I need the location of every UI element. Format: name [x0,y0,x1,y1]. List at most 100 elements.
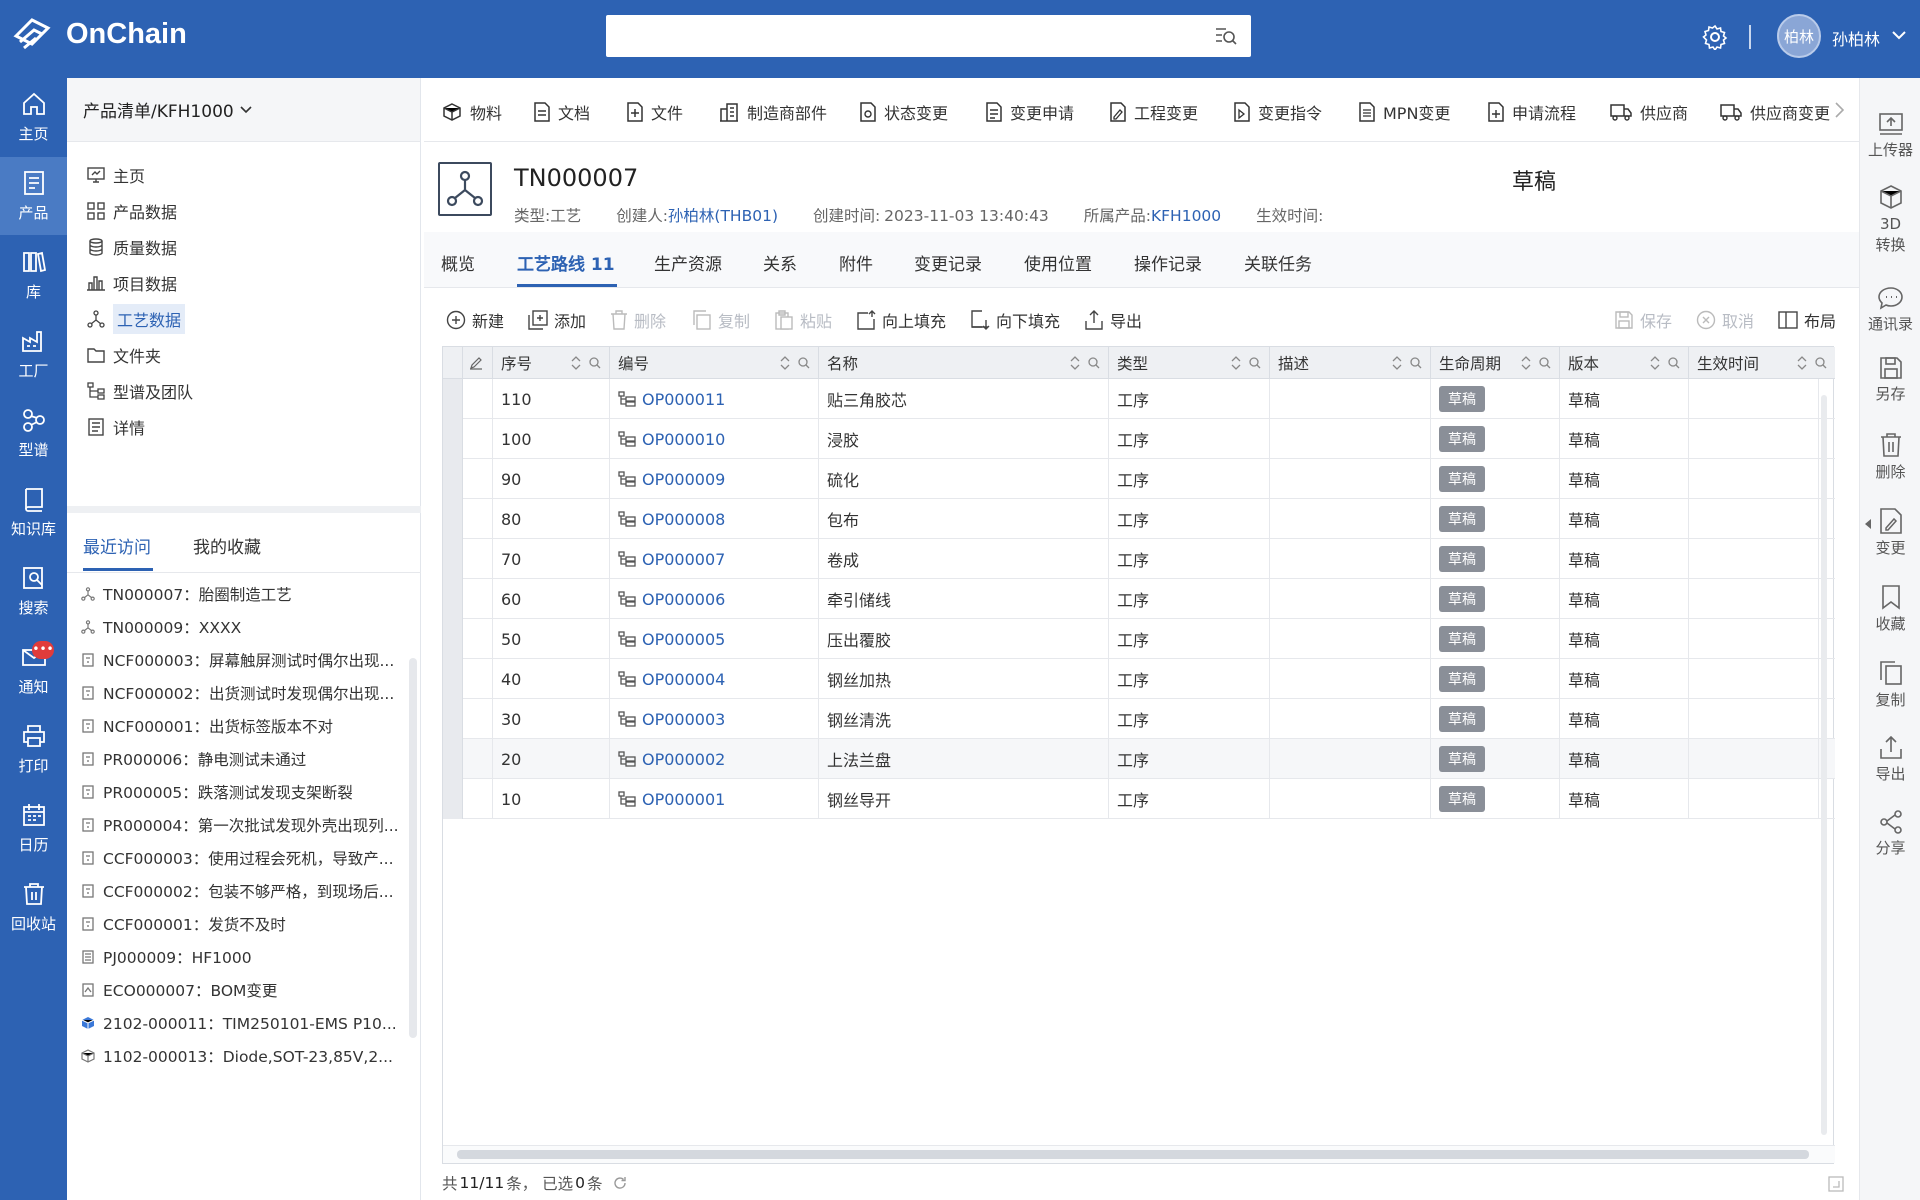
operation-code-link[interactable]: OP000009 [642,470,725,489]
3d-convert-button[interactable]: 3D 转换 [1860,184,1920,256]
cell-code[interactable]: OP000010 [610,419,819,459]
filter-search-icon[interactable] [798,357,810,369]
list-item[interactable]: NCF000003：屏幕触屏测试时偶尔出现... [81,646,401,674]
cell-code[interactable]: OP000008 [610,499,819,539]
column-header-version[interactable]: 版本 [1560,347,1689,379]
filter-search-icon[interactable] [1815,357,1827,369]
edit-cell[interactable] [463,499,493,539]
toolbar-change-order-button[interactable]: 变更指令 [1234,100,1322,124]
edit-cell[interactable] [463,779,493,819]
list-item[interactable]: PJ000009：HF1000 [81,943,401,971]
scroll-thumb[interactable] [1821,395,1827,1135]
tab-where-used[interactable]: 使用位置 [1024,250,1092,275]
sort-icon[interactable] [571,356,581,370]
cancel-button[interactable]: 取消 [1696,308,1754,332]
row-selector[interactable] [443,739,463,779]
list-item[interactable]: PR000006：静电测试未通过 [81,745,401,773]
row-selector[interactable] [443,499,463,539]
edit-cell[interactable] [463,699,493,739]
cell-code[interactable]: OP000003 [610,699,819,739]
operation-code-link[interactable]: OP000002 [642,750,725,769]
new-button[interactable]: 新建 [446,308,504,332]
filter-search-icon[interactable] [1410,357,1422,369]
table-row[interactable]: 110 OP000011 贴三角胶芯 工序 草稿 草稿 [443,379,1835,419]
row-selector[interactable] [443,659,463,699]
row-selector[interactable] [443,379,463,419]
list-item[interactable]: TN000007：胎圈制造工艺 [81,580,401,608]
panel-scrollbar[interactable] [409,658,417,1038]
edit-cell[interactable] [463,539,493,579]
toolbar-eng-change-button[interactable]: 工程变更 [1110,100,1198,124]
panel-menu-home[interactable]: 主页 [83,160,147,190]
toolbar-supplier-button[interactable]: 供应商 [1610,100,1688,124]
column-header-type[interactable]: 类型 [1109,347,1270,379]
panel-menu-spectrum-team[interactable]: 型谱及团队 [83,376,195,406]
operation-code-link[interactable]: OP000003 [642,710,725,729]
filter-search-icon[interactable] [1088,357,1100,369]
fill-down-button[interactable]: 向下填充 [970,308,1060,332]
table-row[interactable]: 40 OP000004 钢丝加热 工序 草稿 草稿 [443,659,1835,699]
toolbar-status-change-button[interactable]: 状态变更 [860,100,948,124]
table-row[interactable]: 90 OP000009 硫化 工序 草稿 草稿 [443,459,1835,499]
select-all-header[interactable] [443,347,463,379]
nav-item-calendar[interactable]: 日历 [0,789,67,867]
add-button[interactable]: 添加 [528,308,586,332]
user-name[interactable]: 孙柏林 [1832,26,1880,50]
sort-icon[interactable] [1231,356,1241,370]
edit-cell[interactable] [463,459,493,499]
share-button[interactable]: 分享 [1860,810,1920,859]
paste-button[interactable]: 粘贴 [774,308,832,332]
list-item[interactable]: CCF000002：包装不够严格，到现场后... [81,877,401,905]
toolbar-material-button[interactable]: 物料 [442,100,502,124]
row-selector[interactable] [443,699,463,739]
nav-item-product[interactable]: 产品 [0,157,67,235]
toolbar-document-button[interactable]: 文档 [534,100,590,124]
edit-cell[interactable] [463,739,493,779]
toolbar-mfr-part-button[interactable]: 制造商部件 [719,100,827,124]
toolbar-supplier-change-button[interactable]: 供应商变更 [1720,100,1830,124]
panel-menu-product-data[interactable]: 产品数据 [83,196,179,226]
toolbar-apply-flow-button[interactable]: 申请流程 [1488,100,1576,124]
tab-operation-log[interactable]: 操作记录 [1134,250,1202,275]
panel-title-dropdown[interactable]: 产品清单/KFH1000 [67,78,420,142]
cell-code[interactable]: OP000002 [610,739,819,779]
save-as-button[interactable]: 另存 [1860,356,1920,405]
global-search-input[interactable] [606,15,1251,57]
tab-overview[interactable]: 概览 [441,250,475,275]
panel-menu-quality-data[interactable]: 质量数据 [83,232,179,262]
row-selector[interactable] [443,579,463,619]
edit-cell[interactable] [463,419,493,459]
list-item[interactable]: NCF000002：出货测试时发现偶尔出现... [81,679,401,707]
delete-button[interactable]: 删除 [610,308,666,332]
tab-routing[interactable]: 工艺路线 11 [517,250,615,275]
tab-related-tasks[interactable]: 关联任务 [1244,250,1312,275]
tab-relations[interactable]: 关系 [763,250,797,275]
edit-column-header[interactable] [463,347,493,379]
row-selector[interactable] [443,459,463,499]
edit-cell[interactable] [463,379,493,419]
operation-code-link[interactable]: OP000005 [642,630,725,649]
panel-menu-project-data[interactable]: 项目数据 [83,268,179,298]
table-row[interactable]: 100 OP000010 浸胶 工序 草稿 草稿 [443,419,1835,459]
nav-item-spectrum[interactable]: 型谱 [0,394,67,472]
toolbar-mpn-change-button[interactable]: MPN变更 [1359,100,1450,124]
sort-icon[interactable] [1650,356,1660,370]
tab-favorites[interactable]: 我的收藏 [193,533,261,558]
filter-search-icon[interactable] [1249,357,1261,369]
toolbar-change-request-button[interactable]: 变更申请 [986,100,1074,124]
column-header-name[interactable]: 名称 [819,347,1109,379]
resize-corner-icon[interactable] [1828,1176,1844,1192]
sort-icon[interactable] [1392,356,1402,370]
list-item[interactable]: 2102-000011：TIM250101-EMS P10... [81,1009,401,1037]
column-header-effective[interactable]: 生效时间 [1689,347,1835,379]
table-row[interactable]: 70 OP000007 卷成 工序 草稿 草稿 [443,539,1835,579]
upload-button[interactable]: 上传器 [1860,112,1920,161]
panel-menu-folder[interactable]: 文件夹 [83,340,163,370]
save-button[interactable]: 保存 [1614,308,1672,332]
chevron-right-icon[interactable] [1834,102,1844,118]
operation-code-link[interactable]: OP000007 [642,550,725,569]
table-row[interactable]: 80 OP000008 包布 工序 草稿 草稿 [443,499,1835,539]
cell-code[interactable]: OP000011 [610,379,819,419]
bookmark-button[interactable]: 收藏 [1860,584,1920,635]
cell-code[interactable]: OP000005 [610,619,819,659]
